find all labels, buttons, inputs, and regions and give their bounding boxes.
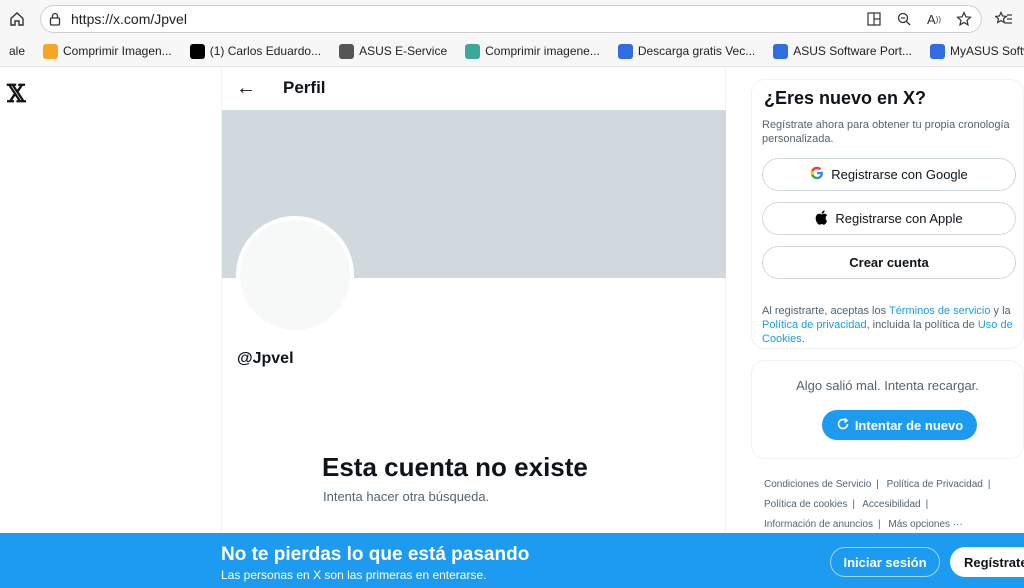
- bottom-bar-subtitle: Las personas en X son las primeras en en…: [221, 568, 487, 582]
- browser-chrome: https://x.com/Jpvel A)) ale Comprimir Ima…: [0, 0, 1024, 67]
- bookmarks-bar: ale Comprimir Imagen... (1) Carlos Eduardo…: [0, 38, 1024, 64]
- empty-state-title: Esta cuenta no existe: [322, 452, 588, 482]
- refresh-icon: [836, 417, 850, 434]
- signup-card-title: ¿Eres nuevo en X?: [764, 88, 927, 108]
- bookmark-label: ASUS E-Service: [359, 44, 448, 58]
- bottom-bar-title: No te pierdas lo que está pasando: [221, 544, 530, 565]
- address-bar[interactable]: https://x.com/Jpvel A)): [40, 5, 982, 33]
- signup-button[interactable]: Regístrate: [950, 547, 1024, 577]
- footer-links: Condiciones de Servicio | Política de Pri…: [764, 479, 991, 530]
- bookmark-label: MyASUS Software -...: [949, 44, 1024, 58]
- bookmark-label: Comprimir imagene...: [485, 44, 600, 58]
- bookmark-item[interactable]: ale: [0, 44, 34, 58]
- footer-link[interactable]: Accesibilidad: [862, 499, 920, 510]
- footer-link[interactable]: Política de cookies: [764, 499, 847, 510]
- footer-link[interactable]: Información de anuncios: [764, 519, 873, 530]
- url-text[interactable]: https://x.com/Jpvel: [71, 11, 187, 27]
- bookmark-favicon-icon: [773, 43, 789, 59]
- bookmark-item[interactable]: Comprimir imagene...: [456, 43, 609, 59]
- bookmark-item[interactable]: (1) Carlos Eduardo...: [181, 43, 330, 59]
- more-options-link[interactable]: Más opciones ···: [888, 519, 962, 530]
- bookmark-item[interactable]: MyASUS Software -...: [921, 43, 1024, 59]
- terms-mid1: y la: [990, 305, 1011, 317]
- create-account-button[interactable]: Crear cuenta: [762, 246, 1016, 279]
- bookmark-label: Descarga gratis Vec...: [637, 44, 756, 58]
- read-aloud-icon[interactable]: A)): [925, 10, 943, 28]
- bookmark-favicon-icon: [189, 43, 205, 59]
- lock-icon: [49, 12, 61, 31]
- google-signup-button[interactable]: Registrarse con Google: [762, 158, 1016, 191]
- terms-end: .: [801, 333, 805, 345]
- bookmark-item[interactable]: Descarga gratis Vec...: [609, 43, 764, 59]
- bookmark-favicon-icon: [929, 43, 945, 59]
- split-screen-icon[interactable]: [865, 10, 883, 28]
- x-logo-icon[interactable]: 𝕏: [7, 79, 26, 108]
- home-icon[interactable]: [6, 8, 28, 30]
- bookmark-favicon-icon: [43, 43, 59, 59]
- apple-signup-label: Registrarse con Apple: [835, 211, 963, 226]
- bookmark-favicon-icon: [465, 43, 481, 59]
- login-button[interactable]: Iniciar sesión: [830, 547, 940, 577]
- empty-state-subtitle: Intenta hacer otra búsqueda.: [323, 489, 490, 504]
- retry-button[interactable]: Intentar de nuevo: [822, 410, 977, 440]
- bookmark-label: ASUS Software Port...: [793, 44, 912, 58]
- privacy-policy-link[interactable]: Política de privacidad: [762, 319, 867, 331]
- zoom-icon[interactable]: [895, 10, 913, 28]
- terms-text: Al registrarte, aceptas los Términos de …: [762, 304, 1024, 346]
- avatar: [236, 216, 354, 334]
- signup-bottom-bar: No te pierdas lo que está pasando Las pe…: [0, 533, 1024, 588]
- favorite-star-icon[interactable]: [955, 10, 973, 28]
- footer-link[interactable]: Política de Privacidad: [887, 479, 983, 490]
- favorites-icon[interactable]: [992, 8, 1016, 30]
- retry-label: Intentar de nuevo: [854, 417, 964, 433]
- bookmark-item[interactable]: ASUS E-Service: [330, 43, 456, 59]
- bookmark-favicon-icon: [617, 43, 633, 59]
- bookmark-item[interactable]: ASUS Software Port...: [764, 43, 921, 59]
- signup-card: ¿Eres nuevo en X? Regístrate ahora para …: [751, 79, 1024, 349]
- profile-handle: @Jpvel: [237, 350, 294, 367]
- terms-mid2: , incluida la política de: [866, 319, 978, 331]
- google-icon: [810, 166, 824, 183]
- error-message: Algo salió mal. Intenta recargar.: [796, 378, 979, 393]
- signup-card-subtitle: Regístrate ahora para obtener tu propia …: [762, 119, 1010, 145]
- apple-icon: [815, 209, 828, 228]
- footer-link[interactable]: Condiciones de Servicio: [764, 479, 871, 490]
- terms-of-service-link[interactable]: Términos de servicio: [889, 305, 990, 317]
- profile-main: ← Perfil @Jpvel Esta cuenta no existe In…: [221, 67, 726, 588]
- bookmark-favicon-icon: [339, 43, 355, 59]
- google-signup-label: Registrarse con Google: [831, 167, 968, 182]
- terms-pre: Al registrarte, aceptas los: [762, 305, 889, 317]
- bookmark-label: ale: [9, 44, 26, 58]
- bookmark-label: Comprimir Imagen...: [63, 44, 172, 58]
- apple-signup-button[interactable]: Registrarse con Apple: [762, 202, 1016, 235]
- error-card: Algo salió mal. Intenta recargar. Intent…: [751, 360, 1024, 459]
- left-nav: 𝕏: [0, 67, 221, 588]
- back-arrow-icon[interactable]: ←: [236, 77, 256, 100]
- page-title: Perfil: [283, 78, 326, 97]
- bookmark-item[interactable]: Comprimir Imagen...: [34, 43, 181, 59]
- bookmark-label: (1) Carlos Eduardo...: [209, 44, 322, 58]
